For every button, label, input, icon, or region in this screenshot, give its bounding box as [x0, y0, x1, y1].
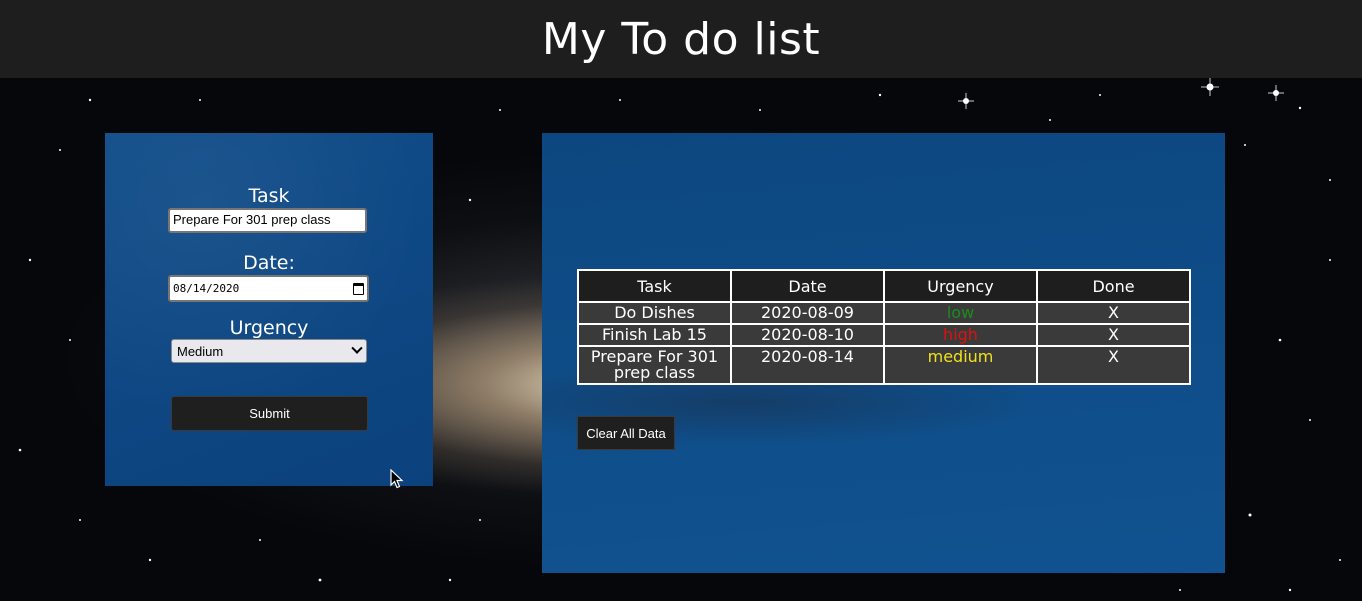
- task-cell: Prepare For 301 prep class: [577, 345, 732, 385]
- urgency-selected-value: Medium: [177, 343, 224, 359]
- urgency-cell: medium: [883, 345, 1038, 385]
- mouse-cursor-icon: [390, 469, 404, 489]
- task-cell: Do Dishes: [577, 301, 732, 325]
- todo-table: Task Date Urgency Done Do Dishes 2020-08…: [577, 269, 1191, 385]
- clear-all-data-button[interactable]: Clear All Data: [577, 416, 675, 450]
- table-row: Do Dishes 2020-08-09 low X: [577, 301, 1191, 325]
- date-cell: 2020-08-10: [730, 323, 885, 347]
- task-label: Task: [248, 185, 290, 207]
- todo-list-panel: Task Date Urgency Done Do Dishes 2020-08…: [542, 133, 1225, 573]
- page-title: My To do list: [541, 13, 821, 65]
- task-cell: Finish Lab 15: [577, 323, 732, 347]
- calendar-icon[interactable]: [353, 282, 364, 295]
- table-header-row: Task Date Urgency Done: [577, 269, 1191, 303]
- urgency-select[interactable]: Medium: [171, 339, 367, 363]
- column-header-date: Date: [730, 269, 885, 303]
- urgency-cell: high: [883, 323, 1038, 347]
- task-form-panel: Task Prepare For 301 prep class Date: 08…: [105, 133, 433, 486]
- chevron-down-icon: [351, 342, 363, 354]
- done-button[interactable]: X: [1036, 301, 1191, 325]
- submit-button[interactable]: Submit: [171, 396, 368, 431]
- date-input[interactable]: 08/14/2020: [168, 275, 369, 302]
- done-button[interactable]: X: [1036, 323, 1191, 347]
- task-input-value: Prepare For 301 prep class: [173, 212, 331, 227]
- page-header: My To do list: [0, 0, 1362, 78]
- date-input-value: 08/14/2020: [173, 282, 240, 295]
- table-row: Finish Lab 15 2020-08-10 high X: [577, 323, 1191, 347]
- task-input[interactable]: Prepare For 301 prep class: [168, 208, 367, 233]
- table-row: Prepare For 301 prep class 2020-08-14 me…: [577, 345, 1191, 385]
- column-header-done: Done: [1036, 269, 1191, 303]
- column-header-task: Task: [577, 269, 732, 303]
- date-cell: 2020-08-14: [730, 345, 885, 385]
- date-cell: 2020-08-09: [730, 301, 885, 325]
- date-label: Date:: [243, 252, 295, 274]
- urgency-cell: low: [883, 301, 1038, 325]
- done-button[interactable]: X: [1036, 345, 1191, 385]
- urgency-label: Urgency: [229, 317, 309, 339]
- column-header-urgency: Urgency: [883, 269, 1038, 303]
